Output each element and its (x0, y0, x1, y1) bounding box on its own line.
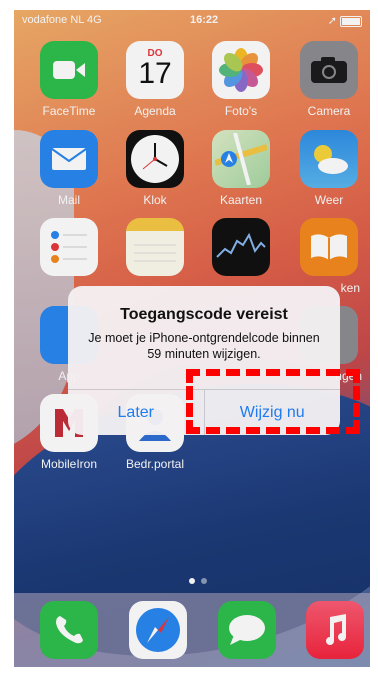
home-screen: vodafone NL 4G 16:22 ➚ FaceTime DO 17 Ag… (14, 10, 370, 667)
alert-title: Toegangscode vereist (120, 306, 288, 323)
alert-message: Je moet je iPhone-ontgrendelcode binnen … (88, 331, 320, 361)
highlight-box (186, 369, 360, 434)
later-button[interactable]: Later (68, 390, 204, 435)
